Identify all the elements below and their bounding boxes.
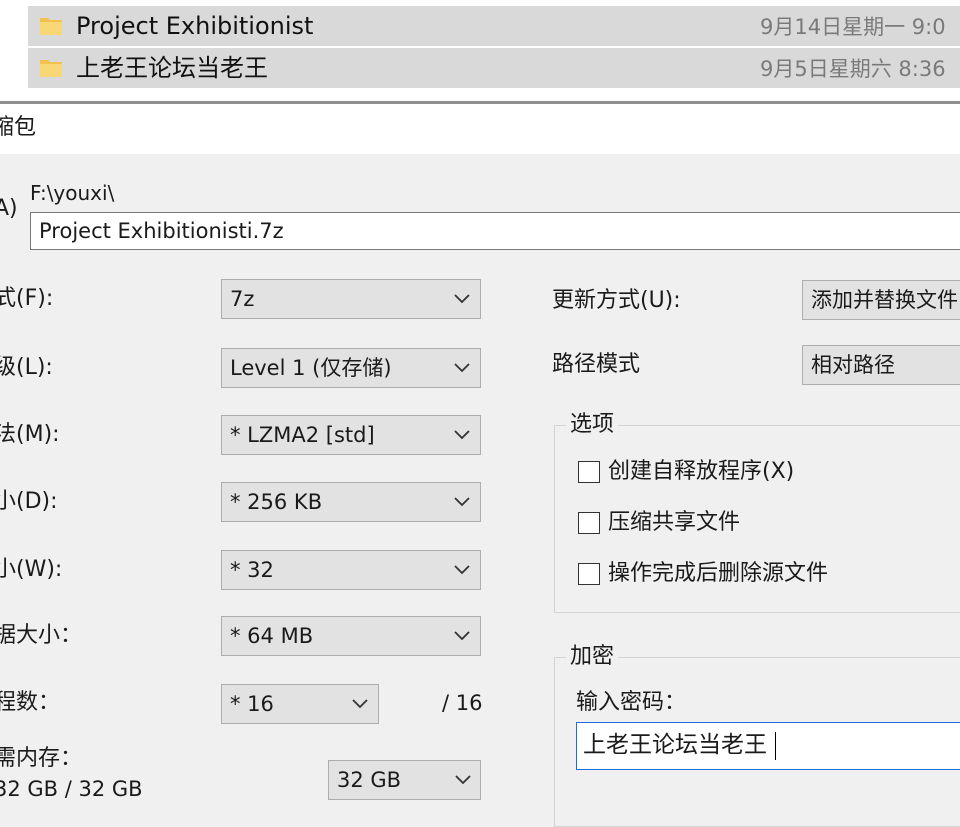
chevron-down-icon [454, 631, 470, 641]
chevron-down-icon [455, 775, 471, 785]
update-mode-select[interactable]: 添加并替换文件 [802, 280, 960, 320]
word-size-select[interactable]: * 32 [221, 550, 481, 590]
update-mode-value: 添加并替换文件 [811, 288, 958, 312]
threads-value: * 16 [230, 692, 274, 716]
memory-usage: 32 GB / 32 GB [0, 777, 143, 801]
shared-files-checkbox[interactable] [578, 512, 600, 534]
file-row-2[interactable]: 上老王论坛当老王 9月5日星期六 8:36 [28, 48, 960, 88]
self-extract-checkbox[interactable] [578, 461, 600, 483]
dictionary-label: 小(D): [0, 489, 58, 514]
threads-total: / 16 [442, 691, 483, 715]
level-label: 级(L): [0, 355, 53, 380]
folder-icon [40, 60, 62, 77]
word-size-value: * 32 [230, 558, 274, 582]
delete-source-checkbox[interactable] [578, 563, 600, 585]
file-name: 上老王论坛当老王 [76, 54, 268, 82]
solid-block-value: * 64 MB [230, 624, 314, 648]
chevron-down-icon [454, 430, 470, 440]
memory-value: 32 GB [337, 768, 402, 792]
method-select[interactable]: * LZMA2 [std] [221, 415, 481, 455]
level-select[interactable]: Level 1 (仅存储) [221, 348, 481, 388]
password-input[interactable]: 上老王论坛当老王 [576, 722, 960, 770]
explorer-left-margin [0, 0, 28, 104]
file-explorer-list: Project Exhibitionist 9月14日星期一 9:0 上老王论坛… [0, 0, 960, 104]
memory-select[interactable]: 32 GB [328, 760, 481, 800]
file-row-1[interactable]: Project Exhibitionist 9月14日星期一 9:0 [28, 6, 960, 46]
path-mode-select[interactable]: 相对路径 [802, 345, 960, 385]
folder-icon [40, 18, 62, 35]
file-date: 9月5日星期六 8:36 [760, 57, 946, 81]
chevron-down-icon [454, 294, 470, 304]
memory-label: 需内存： [0, 746, 83, 771]
threads-label: 程数： [0, 690, 61, 715]
word-size-label: 小(W): [0, 557, 63, 582]
chevron-down-icon [352, 699, 368, 709]
solid-block-select[interactable]: * 64 MB [221, 616, 481, 656]
update-mode-label: 更新方式(U): [552, 288, 681, 313]
file-date: 9月14日星期一 9:0 [760, 15, 946, 39]
self-extract-label: 创建自释放程序(X) [608, 459, 795, 484]
archive-name-input[interactable]: Project Exhibitionisti.7z [30, 212, 960, 250]
password-label: 输入密码： [576, 690, 687, 715]
text-caret [775, 732, 776, 760]
options-title: 选项 [566, 410, 619, 440]
delete-source-label: 操作完成后删除源文件 [608, 561, 829, 586]
archive-path: F:\youxi\ [30, 181, 115, 205]
solid-block-label: 据大小： [0, 623, 83, 648]
archive-name-value: Project Exhibitionisti.7z [39, 219, 284, 243]
dialog-title: 缩包 [0, 115, 37, 140]
threads-select[interactable]: * 16 [221, 684, 379, 724]
path-mode-value: 相对路径 [811, 353, 895, 377]
encryption-title: 加密 [566, 642, 619, 672]
chevron-down-icon [454, 497, 470, 507]
method-value: * LZMA2 [std] [230, 423, 375, 447]
dictionary-select[interactable]: * 256 KB [221, 482, 481, 522]
chevron-down-icon [454, 363, 470, 373]
file-name: Project Exhibitionist [76, 12, 314, 40]
dialog-titlebar[interactable] [0, 104, 960, 154]
format-label: 式(F): [0, 286, 54, 311]
path-mode-label: 路径模式 [552, 352, 641, 377]
dictionary-value: * 256 KB [230, 490, 323, 514]
archive-label: A) [0, 196, 18, 221]
level-value: Level 1 (仅存储) [230, 356, 392, 380]
method-label: 法(M): [0, 422, 60, 447]
chevron-down-icon [454, 565, 470, 575]
password-value: 上老王论坛当老王 [583, 732, 767, 758]
format-value: 7z [230, 287, 255, 311]
shared-files-label: 压缩共享文件 [608, 510, 741, 535]
format-select[interactable]: 7z [221, 279, 481, 319]
